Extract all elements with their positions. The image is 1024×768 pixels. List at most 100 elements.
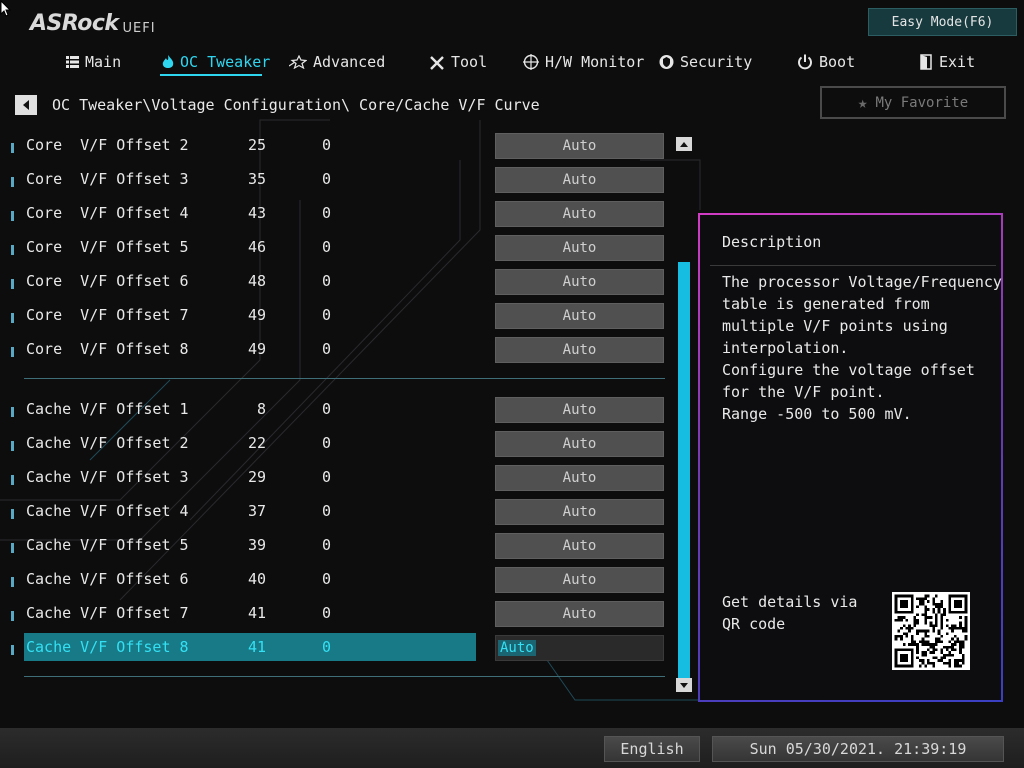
offset-value: 0	[322, 536, 332, 554]
current-value: 43	[247, 204, 266, 222]
setting-label: Core V/F Offset 3	[26, 170, 189, 188]
tab-security[interactable]: Security	[659, 48, 752, 76]
language-button[interactable]: English	[604, 736, 700, 762]
setting-row[interactable]: Core V/F Offset 8 49 0 Auto	[0, 335, 680, 369]
back-arrow-icon	[23, 100, 29, 110]
easy-mode-button[interactable]: Easy Mode(F6)	[868, 8, 1017, 36]
value-select[interactable]: Auto	[495, 235, 664, 261]
value-select[interactable]: Auto	[495, 133, 664, 159]
setting-label: Cache V/F Offset 2	[26, 434, 189, 452]
setting-row[interactable]: Cache V/F Offset 2 22 0 Auto	[0, 429, 680, 463]
tab-tool[interactable]: Tool	[429, 48, 487, 76]
description-line: multiple V/F points using	[722, 317, 948, 335]
scroll-up-button[interactable]	[676, 137, 692, 151]
setting-label: Cache V/F Offset 6	[26, 570, 189, 588]
mouse-cursor-icon	[0, 0, 12, 17]
description-line: The processor Voltage/Frequency	[722, 273, 1002, 291]
my-favorite-button[interactable]: ★ My Favorite	[820, 86, 1006, 119]
setting-row[interactable]: Core V/F Offset 6 48 0 Auto	[0, 267, 680, 301]
current-value: 41	[247, 638, 266, 656]
offset-value: 0	[322, 604, 332, 622]
row-indicator-icon	[11, 407, 14, 417]
current-value: 40	[247, 570, 266, 588]
asrock-uefi-logo: ASRock UEFI	[30, 10, 156, 36]
description-title: Description	[722, 233, 822, 251]
qr-code	[892, 592, 970, 670]
value-select[interactable]: Auto	[495, 431, 664, 457]
setting-row[interactable]: Cache V/F Offset 1 8 0 Auto	[0, 395, 680, 429]
offset-value: 0	[322, 238, 332, 256]
setting-label: Core V/F Offset 5	[26, 238, 189, 256]
setting-row[interactable]: Cache V/F Offset 5 39 0 Auto	[0, 531, 680, 565]
tab-main[interactable]: Main	[66, 48, 121, 76]
logo-brand: ASRock	[30, 11, 119, 36]
door-icon	[920, 54, 933, 70]
current-value: 25	[247, 136, 266, 154]
tab-tool-label: Tool	[451, 53, 488, 71]
current-value: 22	[247, 434, 266, 452]
value-select[interactable]: Auto	[495, 397, 664, 423]
setting-row[interactable]: Cache V/F Offset 7 41 0 Auto	[0, 599, 680, 633]
description-line: interpolation.	[722, 339, 849, 357]
value-select[interactable]: Auto	[495, 499, 664, 525]
setting-label: Core V/F Offset 2	[26, 136, 189, 154]
offset-value: 0	[322, 638, 332, 656]
section-divider	[24, 378, 665, 379]
tab-boot[interactable]: Boot	[797, 48, 855, 76]
offset-value: 0	[322, 468, 332, 486]
scroll-up-arrow-icon	[680, 141, 688, 147]
value-select[interactable]: Auto	[495, 465, 664, 491]
setting-row[interactable]: Cache V/F Offset 8 41 0 Auto	[0, 633, 680, 667]
logo-sub: UEFI	[122, 21, 156, 36]
shield-icon	[659, 54, 674, 70]
value-select[interactable]: Auto	[495, 303, 664, 329]
row-indicator-icon	[11, 543, 14, 553]
tab-hw-monitor[interactable]: H/W Monitor	[523, 48, 644, 76]
setting-row[interactable]: Core V/F Offset 5 46 0 Auto	[0, 233, 680, 267]
tab-advanced[interactable]: Advanced	[289, 48, 385, 76]
row-indicator-icon	[11, 177, 14, 187]
value-select[interactable]: Auto	[495, 635, 664, 661]
value-select[interactable]: Auto	[495, 167, 664, 193]
list-bottom-divider	[24, 676, 665, 677]
setting-row[interactable]: Core V/F Offset 3 35 0 Auto	[0, 165, 680, 199]
setting-row[interactable]: Cache V/F Offset 6 40 0 Auto	[0, 565, 680, 599]
offset-value: 0	[322, 340, 332, 358]
breadcrumb: OC Tweaker\Voltage Configuration\ Core/C…	[52, 96, 540, 114]
description-line: Configure the voltage offset	[722, 361, 975, 379]
scrollbar-thumb[interactable]	[678, 262, 690, 678]
setting-label: Core V/F Offset 4	[26, 204, 189, 222]
offset-value: 0	[322, 434, 332, 452]
setting-row[interactable]: Cache V/F Offset 4 37 0 Auto	[0, 497, 680, 531]
value-select[interactable]: Auto	[495, 201, 664, 227]
row-indicator-icon	[11, 645, 14, 655]
tab-oc-tweaker[interactable]: OC Tweaker	[162, 48, 270, 76]
current-value: 49	[247, 306, 266, 324]
row-indicator-icon	[11, 313, 14, 323]
setting-row[interactable]: Core V/F Offset 2 25 0 Auto	[0, 131, 680, 165]
current-value: 37	[247, 502, 266, 520]
tab-exit[interactable]: Exit	[920, 48, 975, 76]
value-select[interactable]: Auto	[495, 533, 664, 559]
value-select[interactable]: Auto	[495, 567, 664, 593]
value-select[interactable]: Auto	[495, 601, 664, 627]
description-text: The processor Voltage/Frequency table is…	[722, 271, 1002, 425]
value-select-text: Auto	[498, 640, 536, 656]
setting-row[interactable]: Core V/F Offset 4 43 0 Auto	[0, 199, 680, 233]
back-button[interactable]	[15, 95, 37, 115]
tab-exit-label: Exit	[939, 53, 976, 71]
current-value: 35	[247, 170, 266, 188]
tab-hw-monitor-label: H/W Monitor	[545, 53, 645, 71]
row-indicator-icon	[11, 509, 14, 519]
offset-value: 0	[322, 306, 332, 324]
current-value: 49	[247, 340, 266, 358]
value-select[interactable]: Auto	[495, 337, 664, 363]
value-select[interactable]: Auto	[495, 269, 664, 295]
row-indicator-icon	[11, 245, 14, 255]
setting-row[interactable]: Cache V/F Offset 3 29 0 Auto	[0, 463, 680, 497]
setting-row[interactable]: Core V/F Offset 7 49 0 Auto	[0, 301, 680, 335]
row-indicator-icon	[11, 441, 14, 451]
favorite-star-icon: ★	[857, 93, 868, 112]
active-tab-underline	[160, 74, 262, 76]
scroll-down-button[interactable]	[676, 678, 692, 692]
